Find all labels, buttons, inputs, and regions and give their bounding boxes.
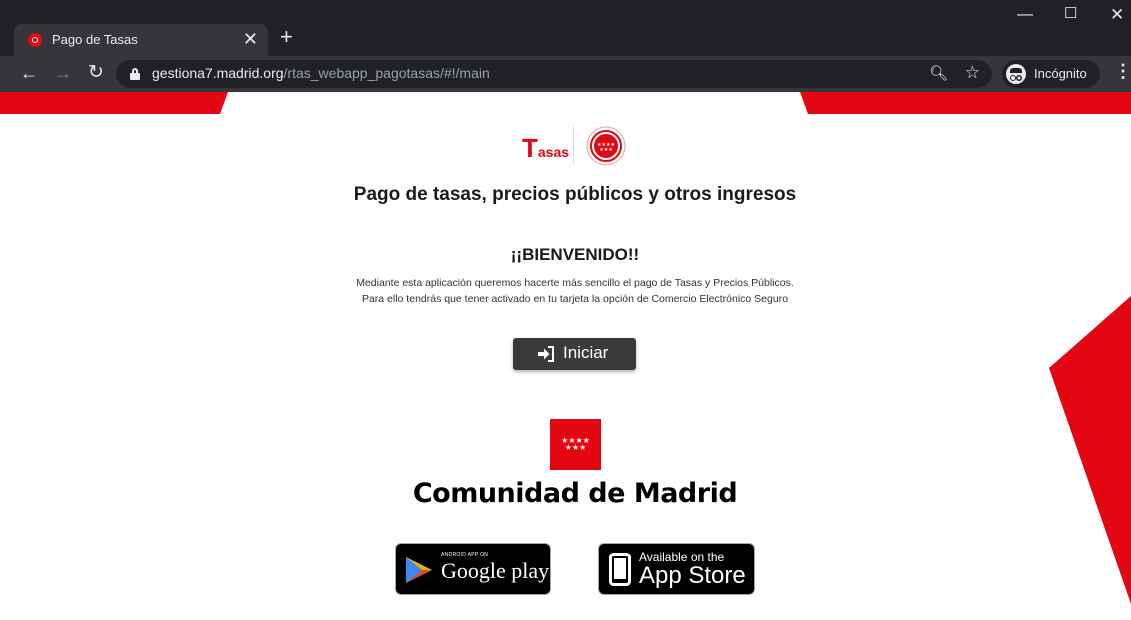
app-store-badge[interactable]: Available on the App Store [598, 543, 755, 595]
page-title: Pago de tasas, precios públicos y otros … [353, 184, 797, 205]
url-text[interactable]: gestiona7.madrid.org/rtas_webapp_pagotas… [152, 65, 490, 81]
apple-icon [609, 553, 631, 586]
browser-toolbar: ← → ↻ gestiona7.madrid.org/rtas_webapp_p… [0, 56, 1131, 92]
back-arrow-icon[interactable]: ← [20, 62, 38, 84]
tab-title: Pago de Tasas [52, 32, 138, 47]
svg-text:★★★: ★★★ [599, 147, 613, 153]
close-tab-icon[interactable]: ✕ [243, 29, 258, 49]
google-play-label: Google play [441, 558, 550, 583]
incognito-icon [1006, 64, 1026, 84]
kebab-menu-icon[interactable]: ⋮ [1114, 61, 1131, 82]
window-close-icon[interactable]: ✕ [1110, 5, 1124, 25]
welcome-heading: ¡¡BIENVENIDO!! [510, 245, 640, 264]
tasas-seal-icon: ★★★★ ★★★ [586, 126, 626, 166]
madrid-flag-icon: ★★★★ ★★★ [550, 419, 601, 470]
app-store-label: App Store [639, 562, 746, 589]
decorative-shapes [0, 92, 1131, 604]
android-play-icon [406, 557, 432, 583]
organization-name: Comunidad de Madrid [412, 478, 738, 509]
incognito-badge[interactable]: Incógnito [1002, 60, 1100, 88]
logo-divider [573, 126, 574, 164]
incognito-label: Incógnito [1034, 66, 1087, 81]
star-icon[interactable]: ☆ [965, 63, 980, 83]
start-button[interactable]: Iniciar [513, 338, 636, 370]
reload-icon[interactable]: ↻ [88, 62, 104, 84]
minimize-icon[interactable]: — [1017, 6, 1033, 24]
google-play-badge[interactable]: ANDROID APP ON Google play [395, 543, 551, 595]
login-icon [538, 346, 554, 362]
address-bar[interactable]: gestiona7.madrid.org/rtas_webapp_pagotas… [116, 60, 992, 88]
new-tab-icon[interactable]: + [280, 25, 293, 49]
start-button-label: Iniciar [563, 343, 609, 362]
favicon-icon [28, 33, 42, 47]
maximize-icon[interactable]: ☐ [1064, 4, 1077, 22]
svg-text:★★★: ★★★ [565, 443, 587, 452]
forward-arrow-icon[interactable]: → [54, 62, 72, 84]
tasas-logo: Tasas [522, 133, 570, 163]
tab-strip: Pago de Tasas ✕ + — ☐ ✕ [0, 0, 1131, 56]
lock-icon[interactable] [130, 68, 140, 80]
description-text: Mediante esta aplicación queremos hacert… [356, 277, 794, 305]
browser-tab[interactable]: Pago de Tasas ✕ [14, 24, 268, 56]
zoom-icon[interactable]: 🔍︎ [929, 64, 948, 82]
